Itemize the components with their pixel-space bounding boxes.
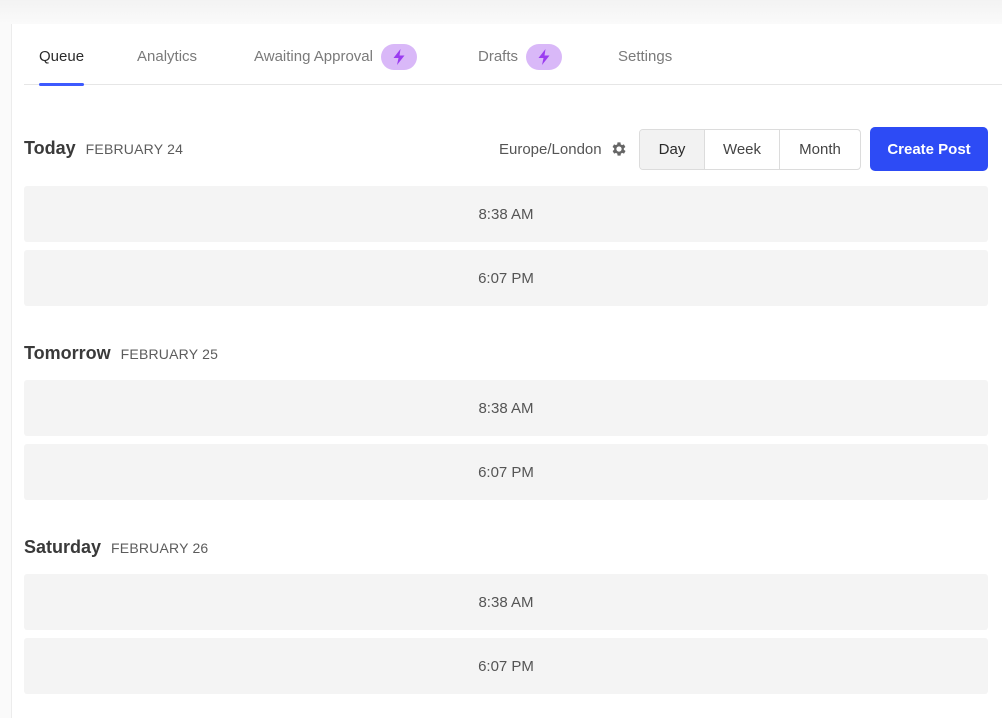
view-toggle: Day Week Month [639,129,861,170]
time-slot[interactable]: 6:07 PM [24,250,988,306]
tab-awaiting-approval[interactable]: Awaiting Approval [254,28,417,85]
day-name: Saturday [24,537,102,557]
day-header-today: Today FEBRUARY 24 [24,138,183,159]
tab-drafts[interactable]: Drafts [478,28,563,85]
view-day-button[interactable]: Day [640,130,705,169]
tab-queue[interactable]: Queue [39,28,85,86]
timezone-selector[interactable]: Europe/London [499,139,628,159]
tab-settings[interactable]: Settings [618,28,672,85]
time-slot[interactable]: 8:38 AM [24,380,988,436]
time-slot[interactable]: 6:07 PM [24,444,988,500]
day-header-tomorrow: Tomorrow FEBRUARY 25 [24,343,218,364]
time-slot[interactable]: 8:38 AM [24,574,988,630]
tab-label: Settings [618,48,673,65]
tab-bar: Queue Analytics Awaiting Approval Drafts… [24,28,1002,86]
timezone-label: Europe/London [499,140,602,158]
view-week-button[interactable]: Week [705,130,780,169]
time-slot[interactable]: 8:38 AM [24,186,988,242]
lightning-bolt-icon [380,43,417,70]
view-month-button[interactable]: Month [780,130,860,169]
tab-label: Analytics [137,48,198,65]
tab-label: Drafts [478,48,519,65]
tab-analytics[interactable]: Analytics [137,28,197,85]
create-post-button[interactable]: Create Post [870,127,988,171]
gear-icon[interactable] [610,140,628,158]
day-name: Tomorrow [24,343,111,363]
time-slot[interactable]: 6:07 PM [24,638,988,694]
day-header-saturday: Saturday FEBRUARY 26 [24,537,208,558]
lightning-bolt-icon [526,43,563,70]
day-date: FEBRUARY 26 [111,540,209,556]
left-edge-panel [0,24,12,718]
top-bar-shadow [0,0,1002,24]
day-date: FEBRUARY 24 [85,141,184,157]
tab-label: Queue [39,48,85,65]
day-date: FEBRUARY 25 [120,346,219,362]
day-name: Today [24,138,76,158]
tab-label: Awaiting Approval [254,48,373,65]
